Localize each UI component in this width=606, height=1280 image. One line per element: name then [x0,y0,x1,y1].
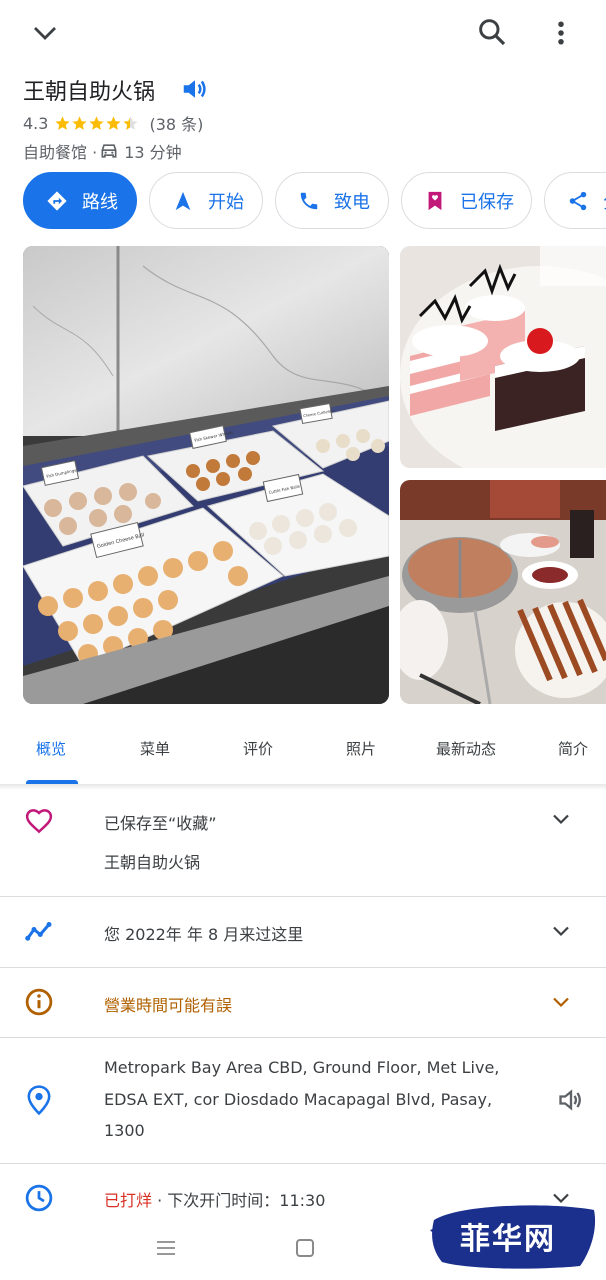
star-icon [55,115,71,130]
recent-apps-icon[interactable] [156,1240,176,1256]
chevron-down-icon[interactable] [30,18,60,48]
saved-title: 已保存至“收藏” [104,814,217,833]
watermark-text: 菲华网 [460,1222,556,1257]
chevron-down-icon[interactable] [549,990,573,1014]
buffet-image: Fish Dumplings Fish Skewer Wheels Cheese… [23,246,389,704]
address-line-3: 1300 [104,1121,145,1140]
star-icon [106,115,122,130]
rating-value: 4.3 [23,113,49,133]
saved-list-row[interactable]: 已保存至“收藏” 王朝自助火锅 [0,790,606,896]
visited-row[interactable]: 您 2022年 年 8 月来过这里 [0,897,606,967]
top-bar [0,0,606,66]
drive-time: 13 分钟 [124,143,182,162]
navigation-arrow-icon [175,191,191,210]
share-icon [569,191,587,210]
hours-next: · 下次开门时间：11:30 [152,1191,326,1210]
timeline-icon [25,922,52,941]
directions-icon [47,190,67,211]
address-line-1: Metropark Bay Area CBD, Ground Floor, Me… [104,1058,500,1077]
category-label: 自助餐馆 · [23,143,98,162]
directions-button[interactable]: 路线 [23,172,137,229]
share-button[interactable]: 分 [544,172,606,229]
cake-photo[interactable] [400,246,606,468]
cake-image [400,246,606,468]
directions-label: 路线 [82,191,118,213]
tab-menu[interactable]: 菜单 [140,738,170,759]
tab-reviews[interactable]: 评价 [243,738,273,759]
hours-warning-row[interactable]: 營業時間可能有誤 [0,968,606,1038]
more-vert-icon[interactable] [546,16,576,50]
saved-button[interactable]: 已保存 [401,172,532,229]
home-button[interactable] [296,1239,314,1257]
tab-updates[interactable]: 最新动态 [436,738,496,759]
phone-icon [300,192,318,209]
tab-overview[interactable]: 概览 [36,738,66,759]
address-text[interactable]: Metropark Bay Area CBD, Ground Floor, Me… [104,1052,524,1147]
tab-photos[interactable]: 照片 [346,738,376,759]
speaker-icon[interactable] [555,1086,587,1114]
star-icon [89,115,105,130]
car-icon [101,144,117,158]
photo-gallery: Fish Dumplings Fish Skewer Wheels Cheese… [23,246,606,704]
place-title: 王朝自助火锅 [23,80,156,105]
rating-stars [54,115,139,132]
info-icon [25,988,53,1016]
tab-about[interactable]: 简介 [558,738,588,759]
start-label: 开始 [208,191,244,213]
divider [0,1037,606,1038]
chevron-down-icon[interactable] [549,807,573,831]
start-button[interactable]: 开始 [149,172,263,229]
action-chips: 路线 开始 致电 已保存 分 [23,172,606,230]
hotpot-image [400,480,606,704]
clock-icon [25,1184,53,1212]
saved-label: 已保存 [460,191,514,213]
review-count[interactable]: (38 条) [149,111,203,135]
address-line-2: EDSA EXT, cor Diosdado Macapagal Blvd, P… [104,1089,493,1109]
hotpot-photo[interactable] [400,480,606,704]
saved-subtitle: 王朝自助火锅 [104,853,201,872]
call-button[interactable]: 致电 [275,172,389,229]
search-icon[interactable] [476,16,508,48]
tab-bar: 概览 菜单 评价 照片 最新动态 简介 [0,714,606,784]
hours-status: 已打烊 [104,1191,153,1210]
visited-text: 您 2022年 年 8 月来过这里 [104,925,304,944]
bookmark-icon [428,191,442,210]
call-label: 致电 [334,191,370,213]
speaker-icon[interactable] [180,74,210,104]
meta-row: 自助餐馆 · 13 分钟 [23,140,182,162]
rating-row[interactable]: 4.3 (38 条) [23,111,203,135]
watermark-logo: 菲华网 [430,1200,598,1270]
chevron-down-icon[interactable] [549,919,573,943]
star-icon [72,115,88,130]
location-pin-icon [27,1085,51,1115]
heart-icon [25,809,53,834]
star-half-icon [123,115,139,130]
buffet-photo[interactable]: Fish Dumplings Fish Skewer Wheels Cheese… [23,246,389,704]
hours-warning-text: 營業時間可能有誤 [104,996,233,1015]
hours-text: 已打烊 · 下次开门时间：11:30 [104,1187,325,1211]
